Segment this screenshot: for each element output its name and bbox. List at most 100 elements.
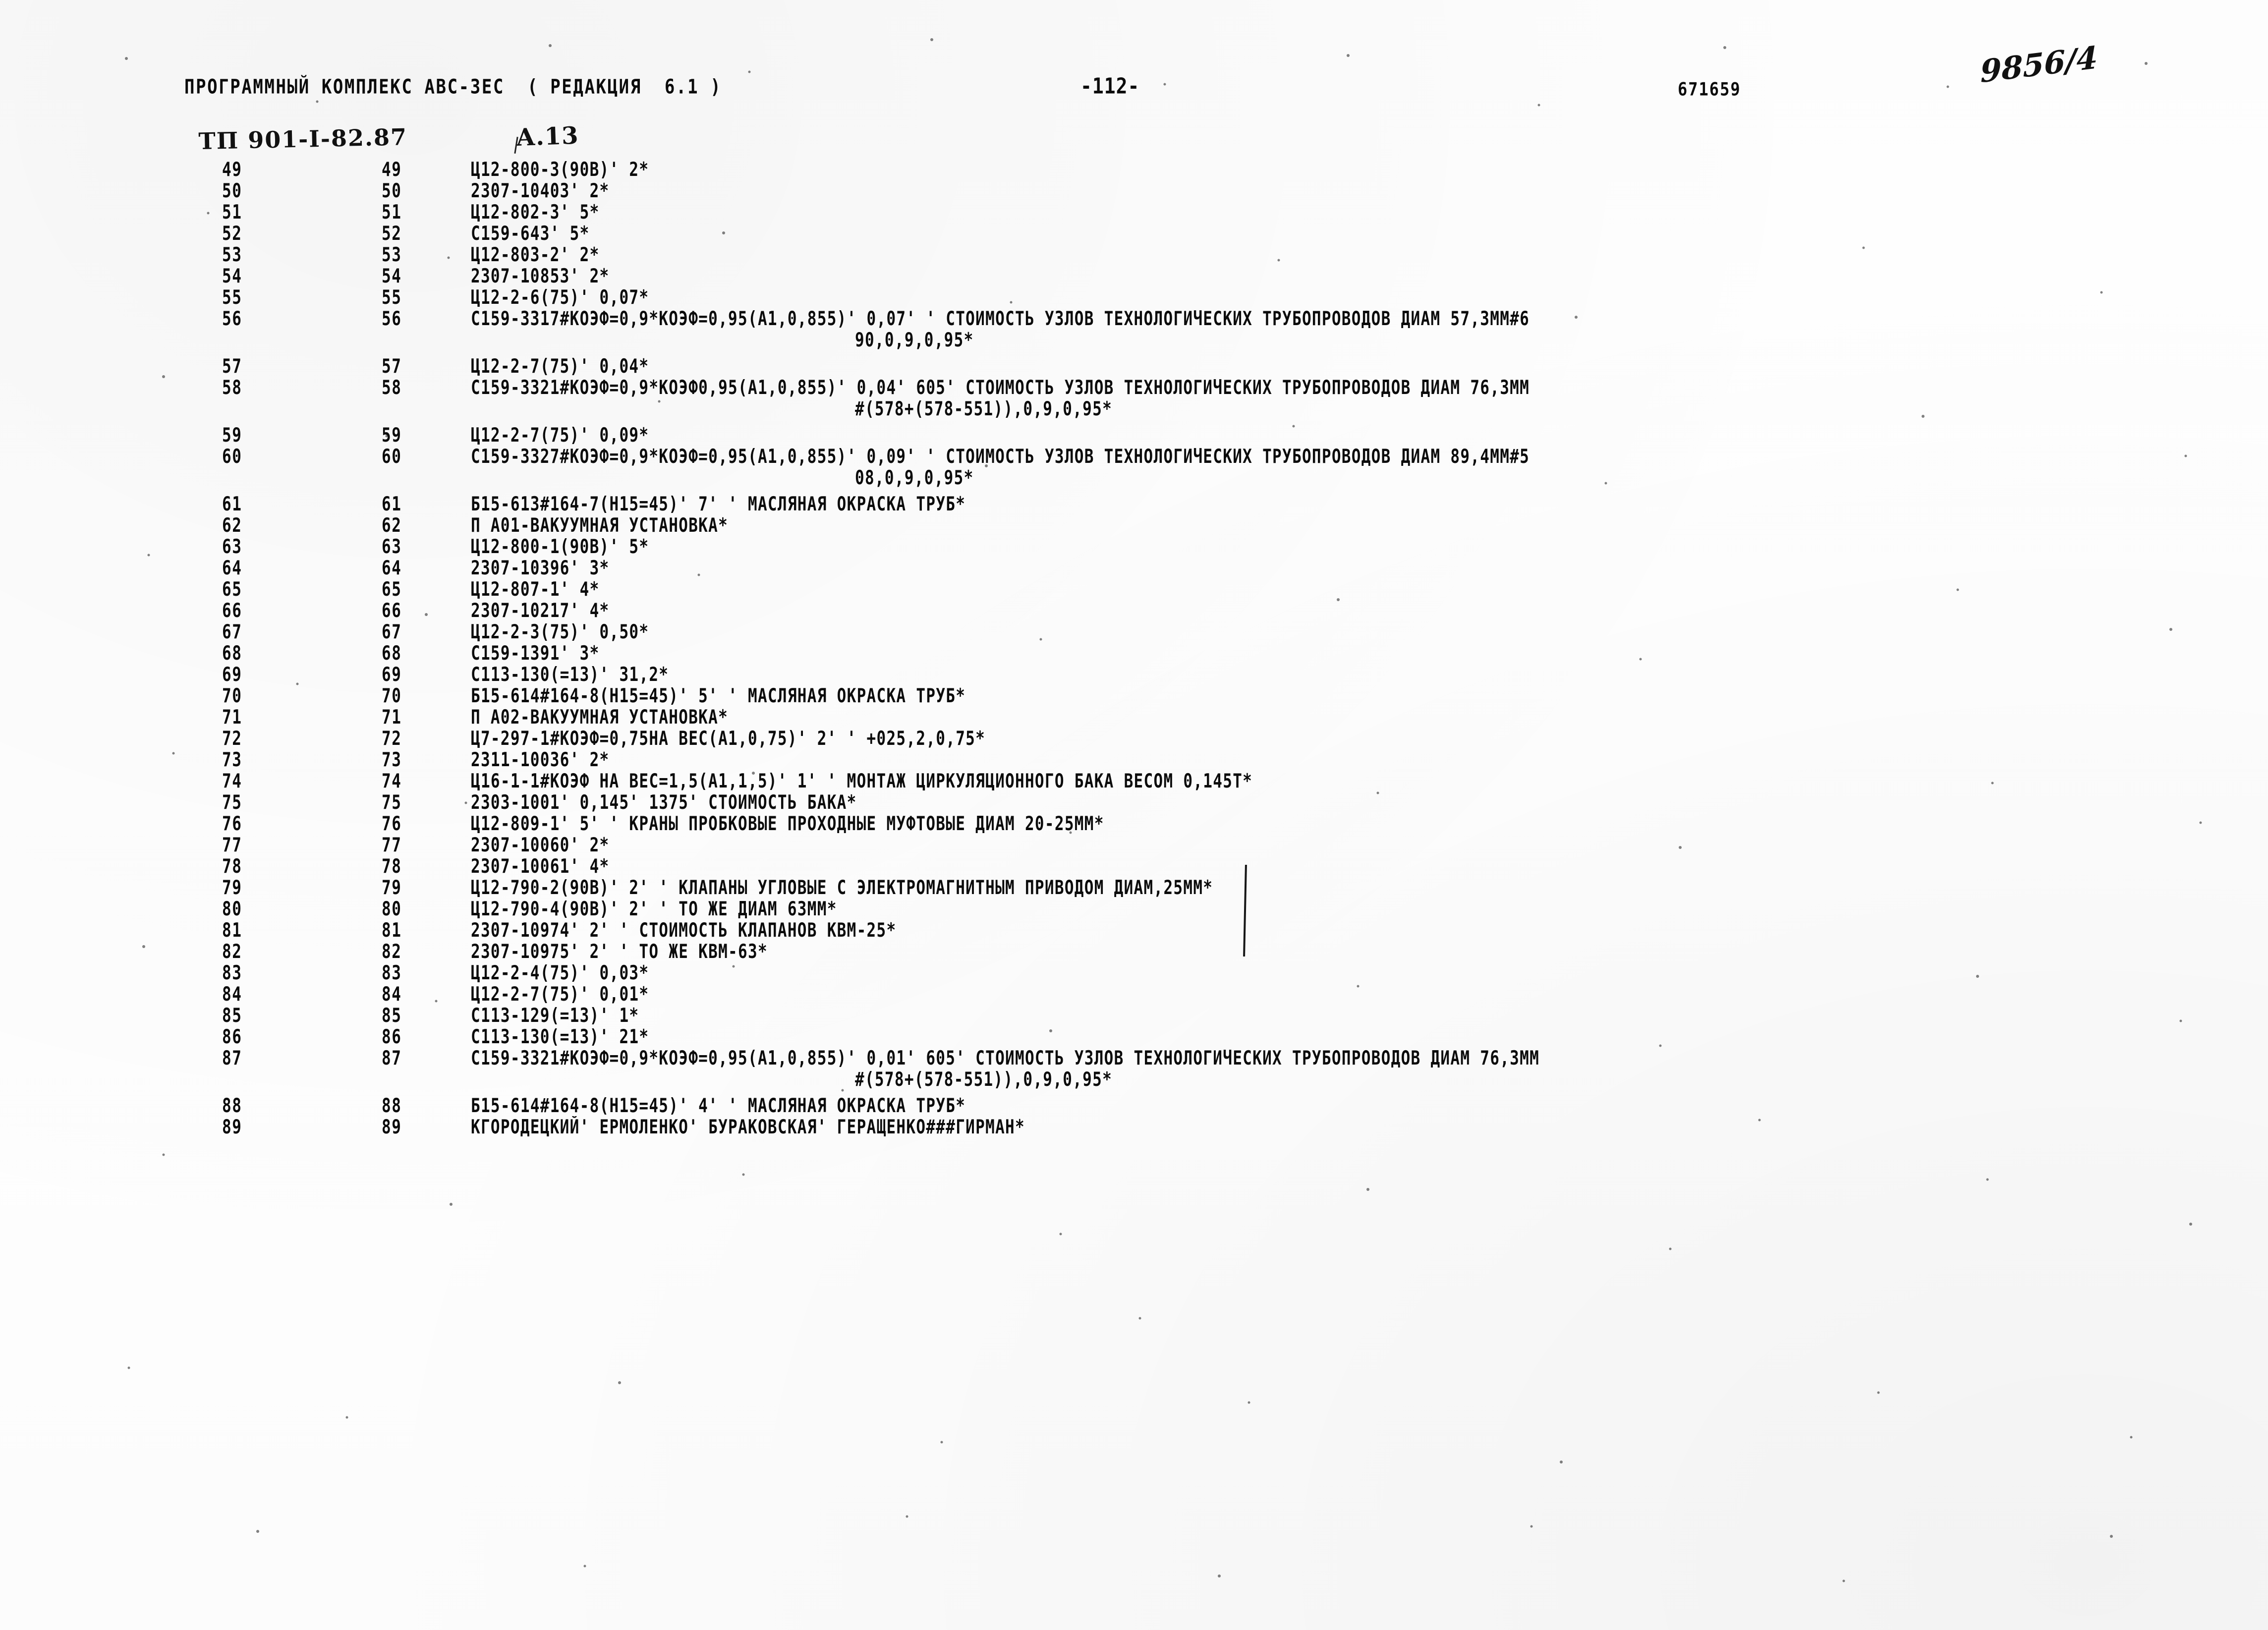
row-index-left: 71 xyxy=(222,706,242,729)
row-index-left: 58 xyxy=(222,377,242,399)
table-row: 52 52 C159-643' 5* xyxy=(0,223,2268,245)
row-index-left: 70 xyxy=(222,685,242,707)
row-estimate-code: 2307-10975' 2' ' ТО ЖЕ КВМ-63* xyxy=(471,941,768,963)
row-index-left: 80 xyxy=(222,898,242,920)
table-row: 64 64 2307-10396' 3* xyxy=(0,557,2268,579)
row-index-left: 77 xyxy=(222,834,242,856)
row-index-right: 69 xyxy=(382,664,402,686)
row-estimate-code: П А02-ВАКУУМНАЯ УСТАНОВКА* xyxy=(471,706,729,729)
row-index-left: 75 xyxy=(222,791,242,814)
table-row-continuation: #(578+(578-551)),0,9,0,95* xyxy=(0,1068,2268,1091)
row-index-left: 83 xyxy=(222,962,242,984)
table-row: 89 89 КГОРОДЕЦКИЙ' ЕРМОЛЕНКО' БУРАКОВСКАЯ'… xyxy=(0,1116,2268,1138)
row-estimate-code: 2303-1001' 0,145' 1375' СТОИМОСТЬ БАКА* xyxy=(471,791,857,814)
table-row: 58 58 C159-3321#КОЭФ=0,9*КОЭФ0,95(А1,0,855… xyxy=(0,377,2268,399)
table-row: 80 80 Ц12-790-4(90В)' 2' ' ТО ЖЕ ДИАМ 63ММ… xyxy=(0,898,2268,920)
row-index-right: 87 xyxy=(382,1047,402,1069)
row-spacer xyxy=(0,488,2268,493)
row-index-right: 82 xyxy=(382,941,402,963)
row-index-right: 85 xyxy=(382,1005,402,1027)
table-row: 66 66 2307-10217' 4* xyxy=(0,600,2268,622)
row-estimate-code: C113-130(=13)' 31,2* xyxy=(471,664,669,686)
row-estimate-code: КГОРОДЕЦКИЙ' ЕРМОЛЕНКО' БУРАКОВСКАЯ' ГЕР… xyxy=(471,1116,1025,1138)
table-row-continuation: 08,0,9,0,95* xyxy=(0,467,2268,489)
table-row: 76 76 Ц12-809-1' 5' ' КРАНЫ ПРОБКОВЫЕ ПРОХ… xyxy=(0,813,2268,835)
row-estimate-code: Ц12-800-1(90В)' 5* xyxy=(471,536,649,558)
table-row: 79 79 Ц12-790-2(90В)' 2' ' КЛАПАНЫ УГЛОВЫЕ… xyxy=(0,877,2268,899)
row-index-right: 49 xyxy=(382,159,402,181)
table-row: 77 77 2307-10060' 2* xyxy=(0,834,2268,856)
table-row: 53 53 Ц12-803-2' 2* xyxy=(0,244,2268,266)
row-index-right: 67 xyxy=(382,621,402,643)
row-estimate-code: C113-130(=13)' 21* xyxy=(471,1026,649,1048)
table-row: 62 62 П А01-ВАКУУМНАЯ УСТАНОВКА* xyxy=(0,514,2268,537)
row-estimate-code: Ц12-2-7(75)' 0,04* xyxy=(471,355,649,378)
row-index-right: 73 xyxy=(382,749,402,771)
row-index-left: 62 xyxy=(222,514,242,537)
row-estimate-code: Ц12-2-7(75)' 0,09* xyxy=(471,424,649,447)
row-index-right: 56 xyxy=(382,308,402,330)
row-index-right: 86 xyxy=(382,1026,402,1048)
row-estimate-code: 2311-10036' 2* xyxy=(471,749,610,771)
row-index-left: 51 xyxy=(222,201,242,224)
table-row: 85 85 C113-129(=13)' 1* xyxy=(0,1005,2268,1027)
row-estimate-code: Ц12-790-4(90В)' 2' ' ТО ЖЕ ДИАМ 63ММ* xyxy=(471,898,837,920)
row-estimate-code: C159-3317#КОЭФ=0,9*КОЭФ=0,95(А1,0,855)' … xyxy=(471,308,1530,330)
table-row: 86 86 C113-130(=13)' 21* xyxy=(0,1026,2268,1048)
row-estimate-code: C113-129(=13)' 1* xyxy=(471,1005,639,1027)
row-index-right: 78 xyxy=(382,855,402,878)
row-estimate-code: Б15-614#164-8(Н15=45)' 5' ' МАСЛЯНАЯ ОКР… xyxy=(471,685,966,707)
row-index-left: 66 xyxy=(222,600,242,622)
row-index-right: 81 xyxy=(382,919,402,942)
table-row: 68 68 C159-1391' 3* xyxy=(0,642,2268,665)
row-index-left: 57 xyxy=(222,355,242,378)
row-estimate-code: Ц12-2-3(75)' 0,50* xyxy=(471,621,649,643)
row-index-right: 77 xyxy=(382,834,402,856)
row-estimate-code: Ц12-800-3(90В)' 2* xyxy=(471,159,649,181)
row-index-right: 54 xyxy=(382,265,402,287)
row-index-right: 55 xyxy=(382,286,402,309)
row-index-left: 69 xyxy=(222,664,242,686)
row-index-right: 61 xyxy=(382,493,402,515)
row-estimate-code: Ц12-802-3' 5* xyxy=(471,201,600,224)
row-continuation-text: 90,0,9,0,95* xyxy=(855,329,974,351)
table-row: 88 88 Б15-614#164-8(Н15=45)' 4' ' МАСЛЯНАЯ… xyxy=(0,1095,2268,1117)
row-index-right: 83 xyxy=(382,962,402,984)
row-index-right: 79 xyxy=(382,877,402,899)
row-estimate-code: Б15-614#164-8(Н15=45)' 4' ' МАСЛЯНАЯ ОКР… xyxy=(471,1095,966,1117)
row-index-right: 52 xyxy=(382,223,402,245)
row-index-left: 79 xyxy=(222,877,242,899)
row-index-right: 53 xyxy=(382,244,402,266)
table-row: 56 56 C159-3317#КОЭФ=0,9*КОЭФ=0,95(А1,0,85… xyxy=(0,308,2268,330)
row-index-left: 81 xyxy=(222,919,242,942)
table-row: 78 78 2307-10061' 4* xyxy=(0,855,2268,878)
row-index-left: 82 xyxy=(222,941,242,963)
row-index-right: 59 xyxy=(382,424,402,447)
table-row: 51 51 Ц12-802-3' 5* xyxy=(0,201,2268,224)
row-index-right: 58 xyxy=(382,377,402,399)
row-index-right: 64 xyxy=(382,557,402,579)
row-index-right: 66 xyxy=(382,600,402,622)
document-code: 671659 xyxy=(1678,78,1741,100)
row-index-left: 74 xyxy=(222,770,242,792)
table-row: 67 67 Ц12-2-3(75)' 0,50* xyxy=(0,621,2268,643)
row-index-right: 63 xyxy=(382,536,402,558)
row-index-left: 49 xyxy=(222,159,242,181)
row-estimate-code: 2307-10853' 2* xyxy=(471,265,610,287)
row-index-left: 64 xyxy=(222,557,242,579)
row-estimate-code: Ц12-807-1' 4* xyxy=(471,578,600,601)
table-row: 81 81 2307-10974' 2' ' СТОИМОСТЬ КЛАПАНОВ … xyxy=(0,919,2268,942)
table-row: 50 50 2307-10403' 2* xyxy=(0,180,2268,202)
row-index-left: 54 xyxy=(222,265,242,287)
row-continuation-text: #(578+(578-551)),0,9,0,95* xyxy=(855,1068,1113,1091)
table-row: 73 73 2311-10036' 2* xyxy=(0,749,2268,771)
row-index-left: 84 xyxy=(222,983,242,1006)
row-index-right: 62 xyxy=(382,514,402,537)
row-index-right: 84 xyxy=(382,983,402,1006)
row-estimate-code: Ц12-2-4(75)' 0,03* xyxy=(471,962,649,984)
row-index-left: 78 xyxy=(222,855,242,878)
row-index-right: 80 xyxy=(382,898,402,920)
row-index-left: 72 xyxy=(222,728,242,750)
table-row: 72 72 Ц7-297-1#КОЭФ=0,75НА ВЕС(А1,0,75)' 2… xyxy=(0,728,2268,750)
row-estimate-code: C159-1391' 3* xyxy=(471,642,600,665)
